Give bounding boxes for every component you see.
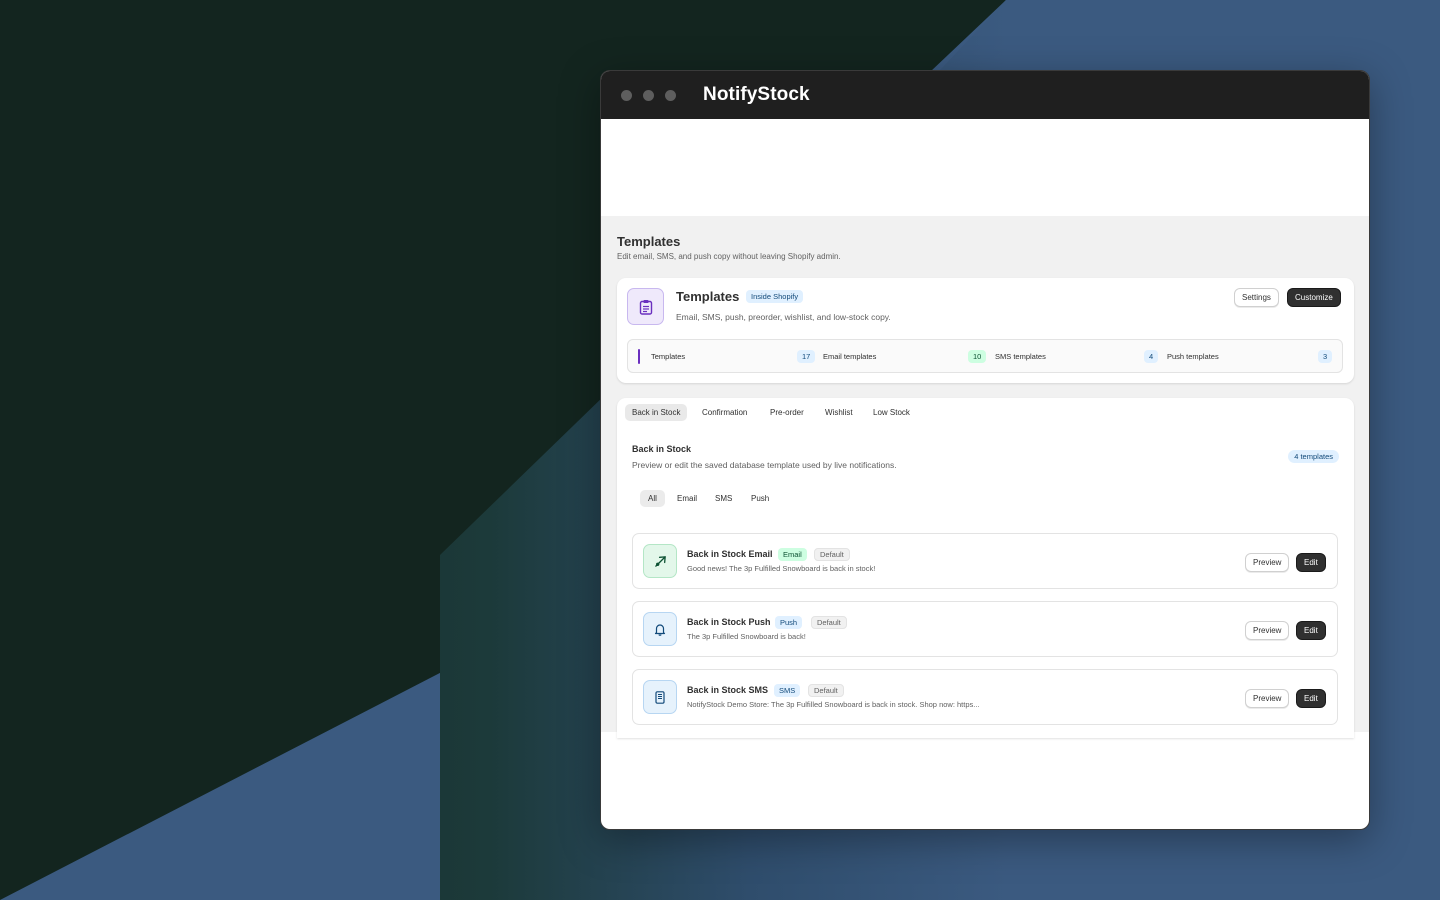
stats-bar: Templates 17 Email templates 10 SMS temp… (627, 339, 1343, 373)
preview-button[interactable]: Preview (1245, 621, 1290, 640)
stat-push-count: 3 (1318, 350, 1333, 363)
filter-sms[interactable]: SMS (707, 490, 740, 507)
inside-shopify-badge: Inside Shopify (746, 290, 804, 303)
default-chip: Default (808, 684, 844, 697)
tab-wishlist[interactable]: Wishlist (818, 404, 860, 421)
template-count-badge: 4 templates (1288, 450, 1339, 463)
filter-all[interactable]: All (640, 490, 665, 507)
stat-push-label: Push templates (1167, 352, 1219, 361)
filter-email[interactable]: Email (669, 490, 705, 507)
window-close-dot[interactable] (621, 89, 632, 101)
filter-push[interactable]: Push (743, 490, 777, 507)
phone-icon (643, 680, 677, 714)
default-chip: Default (814, 548, 850, 561)
page-title: Templates (617, 234, 681, 249)
channel-chip: SMS (774, 684, 801, 697)
tab-low-stock[interactable]: Low Stock (866, 404, 917, 421)
preview-button[interactable]: Preview (1245, 553, 1290, 572)
channel-chip: Email (778, 548, 807, 561)
window-minimize-dot[interactable] (643, 89, 654, 101)
clipboard-icon (627, 288, 664, 325)
tab-confirmation[interactable]: Confirmation (695, 404, 754, 421)
window-zoom-dot[interactable] (665, 89, 676, 101)
top-spacer (601, 119, 1369, 216)
bell-icon (643, 612, 677, 646)
main-content: Templates Edit email, SMS, and push copy… (601, 216, 1369, 738)
template-preview-text: Good news! The 3p Fulfilled Snowboard is… (687, 564, 876, 573)
edit-button[interactable]: Edit (1296, 553, 1326, 572)
stat-email-count: 10 (968, 350, 987, 363)
edit-button[interactable]: Edit (1296, 621, 1326, 640)
send-icon (643, 544, 677, 578)
template-name: Back in Stock SMS (687, 685, 769, 695)
channel-chip: Push (775, 616, 803, 629)
template-name: Back in Stock Push (687, 617, 771, 627)
template-preview-text: The 3p Fulfilled Snowboard is back! (687, 632, 806, 641)
settings-button[interactable]: Settings (1234, 288, 1279, 307)
default-chip: Default (811, 616, 847, 629)
tab-back-in-stock[interactable]: Back in Stock (625, 404, 688, 421)
overview-description: Email, SMS, push, preorder, wishlist, an… (676, 312, 891, 322)
stat-sms-label: SMS templates (995, 352, 1046, 361)
template-row-email[interactable]: Back in Stock Email Email Default Good n… (632, 533, 1338, 589)
app-window: NotifyStock Templates Edit email, SMS, a… (600, 70, 1370, 830)
template-list-card: Back in Stock Confirmation Pre-order Wis… (617, 398, 1354, 738)
section-title: Back in Stock (632, 444, 692, 454)
stat-email-label: Email templates (823, 352, 877, 361)
section-description: Preview or edit the saved database templ… (632, 460, 897, 470)
stat-sms-count: 4 (1144, 350, 1159, 363)
stat-templates-label: Templates (651, 352, 686, 361)
preview-button[interactable]: Preview (1245, 689, 1290, 708)
template-row-push[interactable]: Back in Stock Push Push Default The 3p F… (632, 601, 1338, 657)
template-row-sms[interactable]: Back in Stock SMS SMS Default NotifyStoc… (632, 669, 1338, 725)
template-preview-text: NotifyStock Demo Store: The 3p Fulfilled… (687, 700, 980, 709)
page-subtitle: Edit email, SMS, and push copy without l… (617, 252, 841, 261)
stat-templates-count: 17 (797, 350, 816, 363)
app-title: NotifyStock (703, 84, 810, 105)
edit-button[interactable]: Edit (1296, 689, 1326, 708)
title-bar: NotifyStock (601, 71, 1369, 119)
stats-accent-bar (638, 349, 640, 364)
customize-button[interactable]: Customize (1287, 288, 1341, 307)
templates-overview-card: Templates Inside Shopify Email, SMS, pus… (617, 278, 1354, 383)
template-name: Back in Stock Email (687, 549, 773, 559)
overview-title: Templates (676, 289, 740, 304)
tab-pre-order[interactable]: Pre-order (763, 404, 811, 421)
